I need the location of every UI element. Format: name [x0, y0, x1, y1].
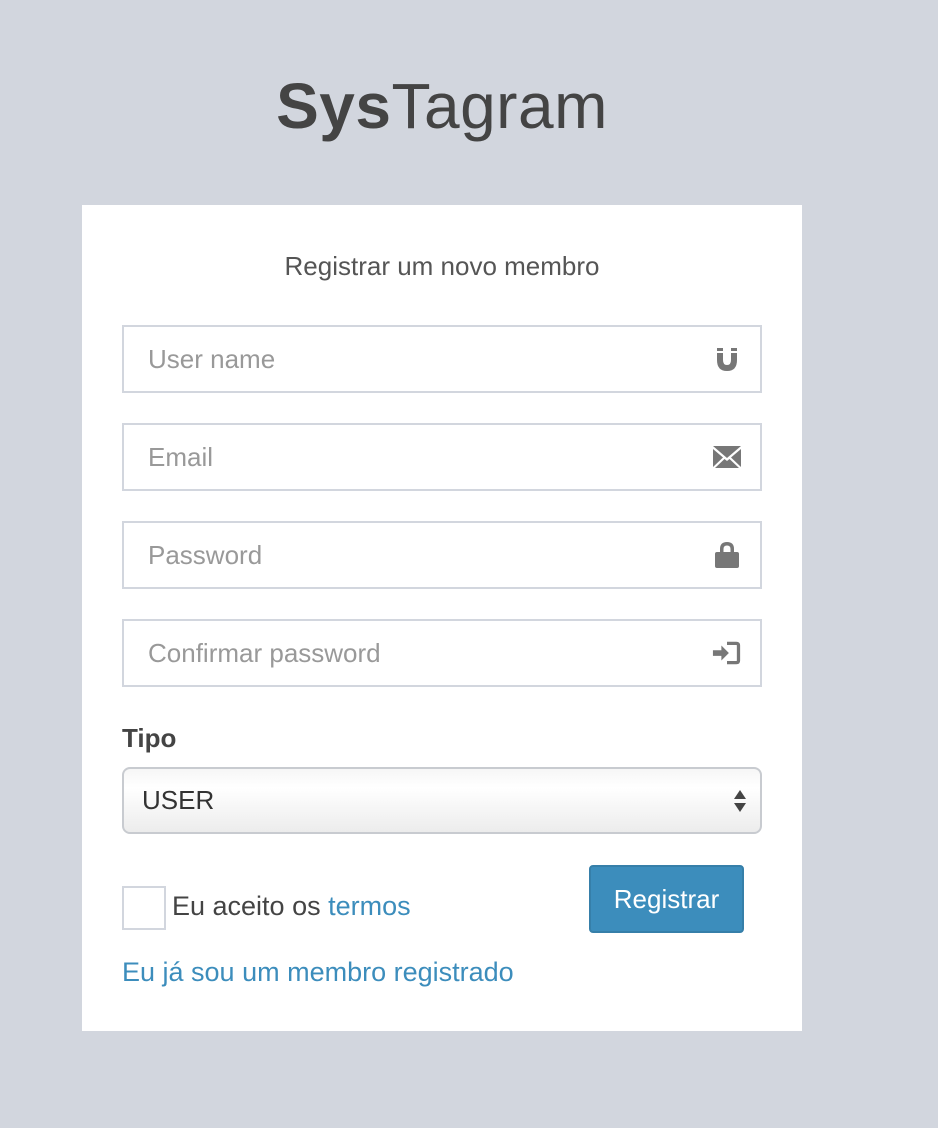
username-input[interactable] [124, 327, 684, 391]
tipo-label: Tipo [122, 723, 177, 753]
magnet-icon [712, 344, 742, 374]
already-member-link[interactable]: Eu já sou um membro registrado [122, 954, 514, 990]
terms-link[interactable]: termos [328, 891, 411, 921]
tipo-select-value: USER [142, 785, 215, 815]
confirm-password-field-group [122, 619, 762, 687]
username-field-group [122, 325, 762, 393]
confirm-password-input[interactable] [124, 621, 684, 685]
app-logo[interactable]: SysTagram [82, 62, 802, 150]
password-field-group [122, 521, 762, 589]
email-input[interactable] [124, 425, 684, 489]
envelope-icon [712, 442, 742, 472]
register-box-message: Registrar um novo membro [284, 251, 600, 281]
lock-icon [712, 540, 742, 570]
email-field-group [122, 423, 762, 491]
logo-light-text: Tagram [391, 70, 608, 142]
sign-in-icon [712, 638, 742, 668]
register-button[interactable]: Registrar [589, 865, 744, 933]
terms-label[interactable]: Eu aceito os termos [172, 888, 411, 924]
logo-bold-text: Sys [276, 70, 392, 142]
select-arrows-icon [734, 790, 746, 812]
terms-checkbox[interactable] [122, 886, 166, 930]
password-input[interactable] [124, 523, 684, 587]
tipo-select[interactable]: USER [122, 767, 762, 834]
terms-prefix: Eu aceito os [172, 891, 329, 921]
